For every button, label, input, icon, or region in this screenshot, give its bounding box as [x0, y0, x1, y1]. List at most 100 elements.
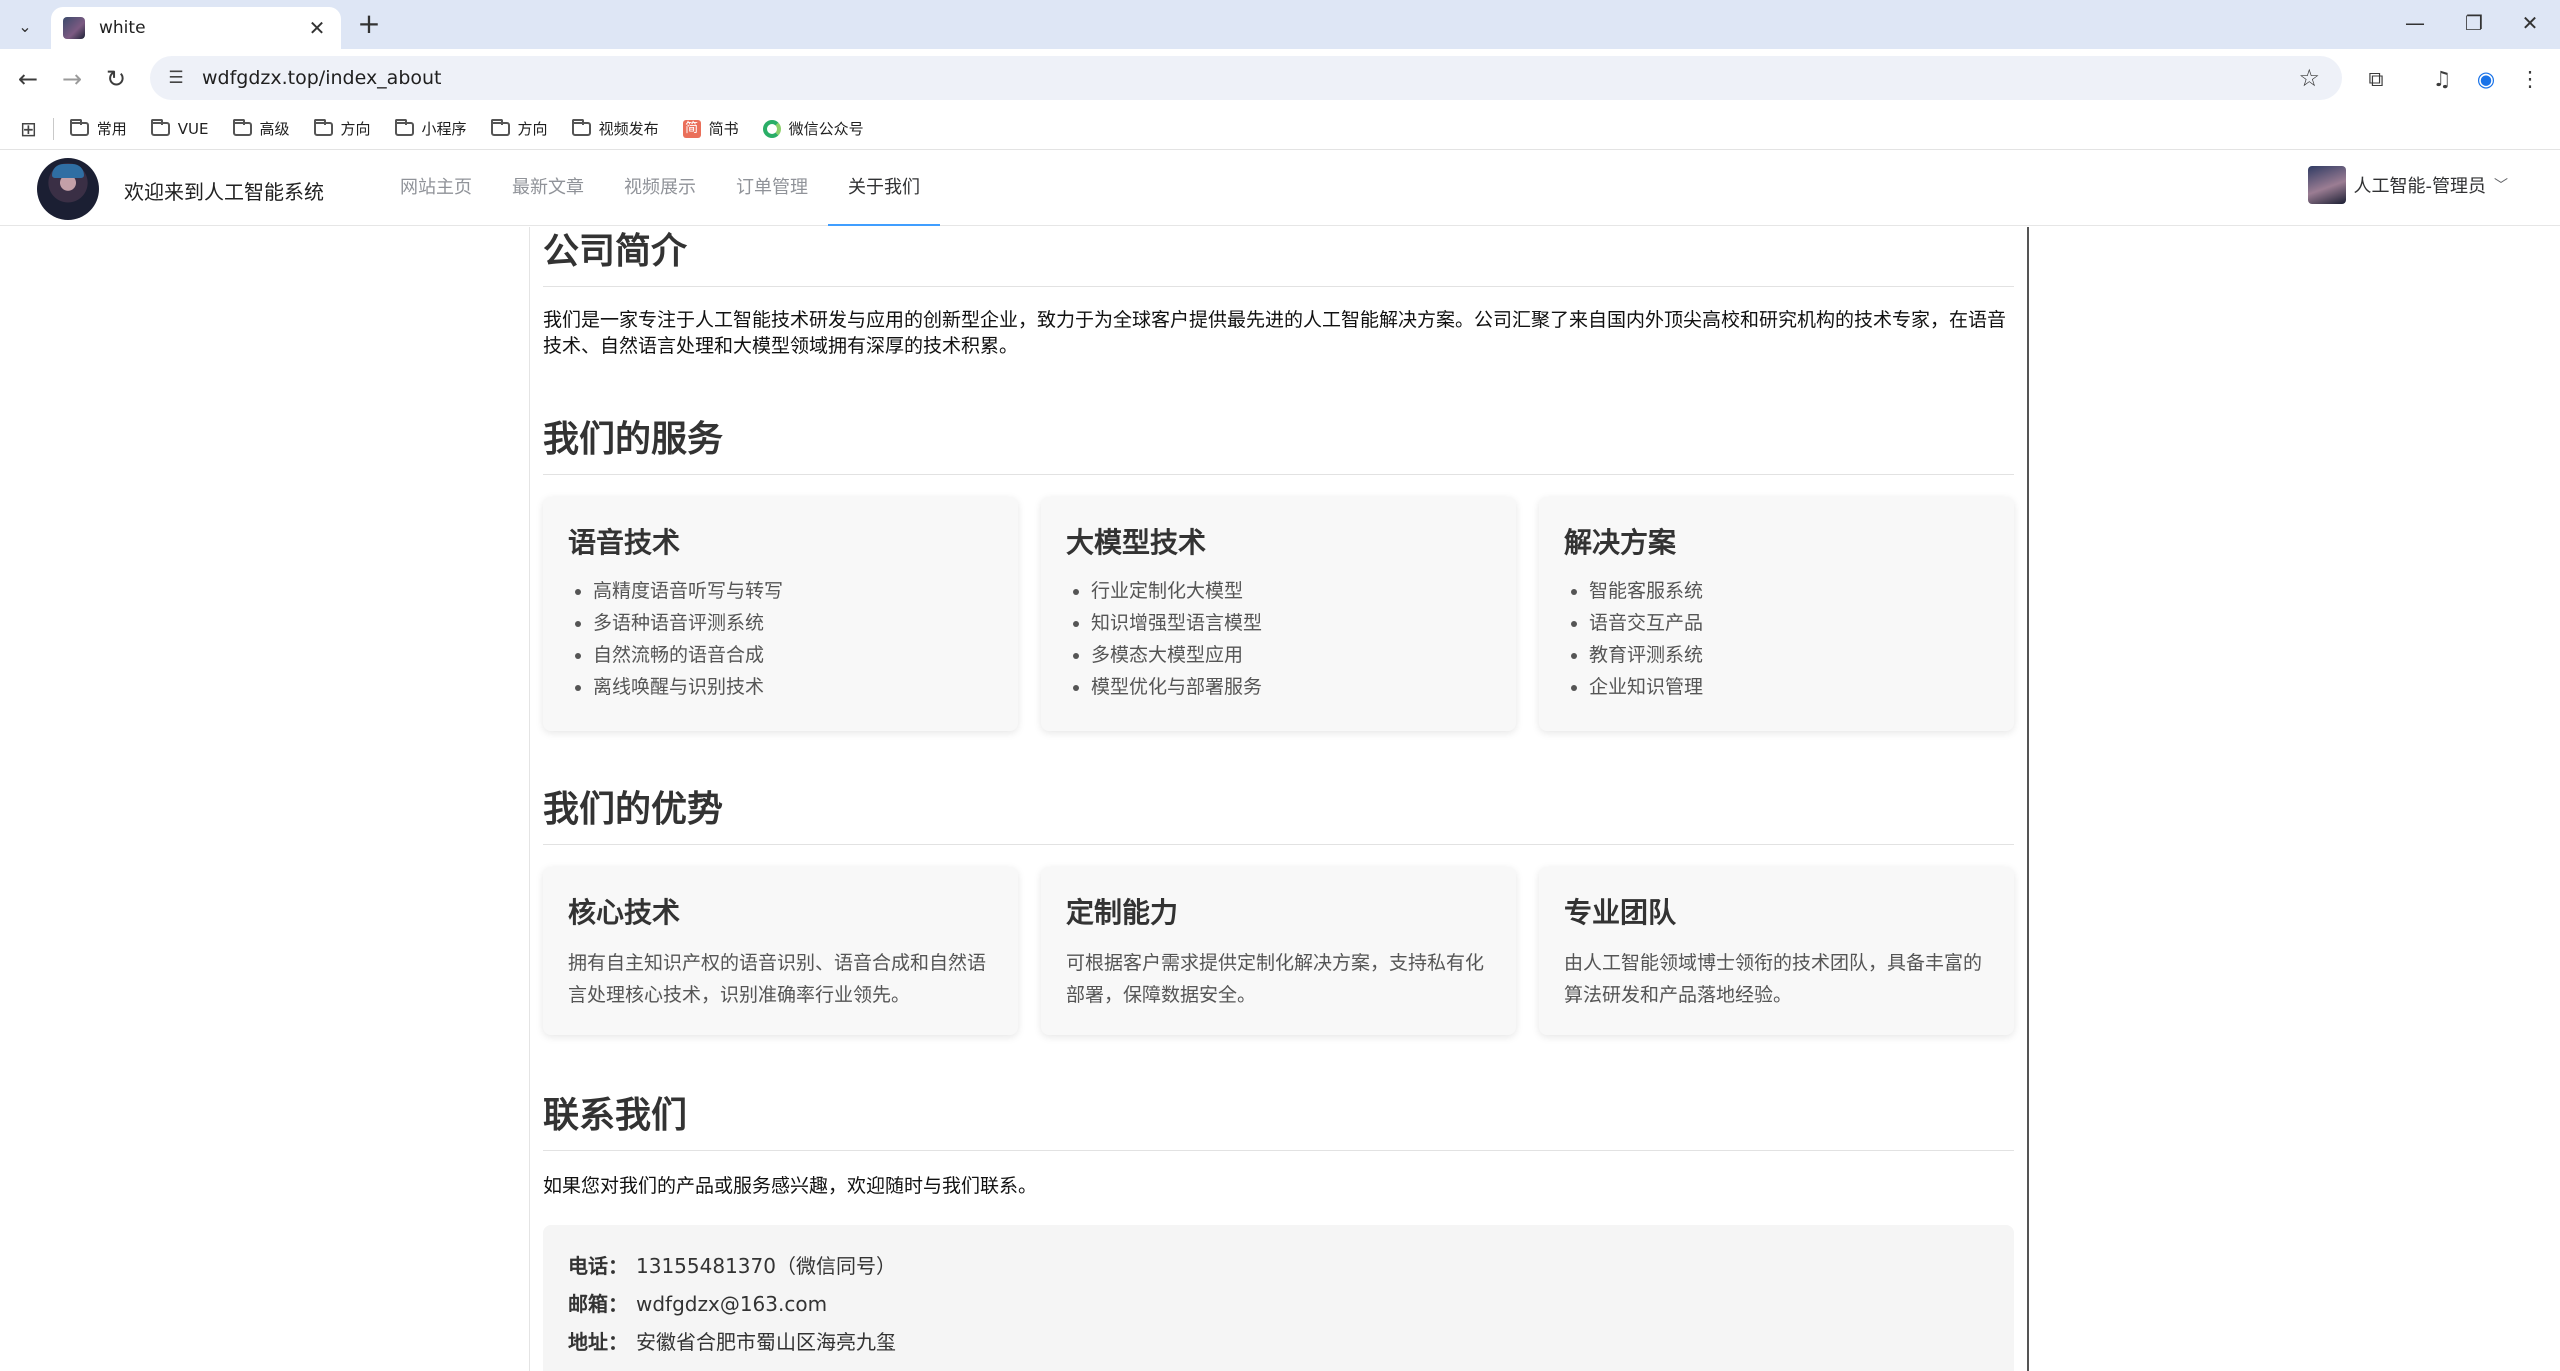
user-dropdown[interactable]: 人工智能-管理员 ﹀	[2307, 166, 2508, 204]
browser-toolbar: ← → ↻ ☰ wdfgdzx.top/index_about ☆ ⧉ ♫ ◉ …	[0, 49, 2560, 108]
address-bar[interactable]: ☰ wdfgdzx.top/index_about ☆	[150, 56, 2342, 100]
list-item: 教育评测系统	[1589, 639, 1989, 671]
list-item: 智能客服系统	[1589, 575, 1989, 607]
extensions-puzzle-icon[interactable]: ⧉	[2360, 63, 2392, 95]
contact-info-box: 电话： 13155481370（微信同号） 邮箱： wdfgdzx@163.com …	[543, 1225, 2014, 1371]
list-item: 知识增强型语言模型	[1091, 607, 1491, 639]
services-section-title: 我们的服务	[543, 410, 2014, 475]
advantages-section-title: 我们的优势	[543, 780, 2014, 845]
site-title: 欢迎来到人工智能系统	[124, 180, 324, 204]
nav-item-home[interactable]: 网站主页	[380, 150, 492, 226]
folder-icon	[232, 118, 252, 136]
restore-icon[interactable]: ❐	[2454, 8, 2494, 38]
folder-icon	[394, 118, 414, 136]
contact-email-row: 邮箱： wdfgdzx@163.com	[568, 1285, 1989, 1323]
email-label: 邮箱：	[568, 1292, 628, 1316]
back-arrow-icon[interactable]: ←	[12, 63, 44, 95]
list-item: 企业知识管理	[1589, 671, 1989, 703]
service-card: 语音技术 高精度语音听写与转写 多语种语音评测系统 自然流畅的语音合成 离线唤醒…	[543, 497, 1018, 731]
list-item: 多语种语音评测系统	[593, 607, 993, 639]
list-item: 自然流畅的语音合成	[593, 639, 993, 671]
service-card: 解决方案 智能客服系统 语音交互产品 教育评测系统 企业知识管理	[1539, 497, 2014, 731]
list-item: 高精度语音听写与转写	[593, 575, 993, 607]
tab-favicon-icon	[63, 17, 85, 39]
company-section-title: 公司简介	[543, 227, 2014, 287]
folder-icon	[571, 118, 591, 136]
nav-item-articles[interactable]: 最新文章	[492, 150, 604, 226]
bookmark-wechat[interactable]: 微信公众号	[762, 118, 864, 139]
contact-address-row: 地址： 安徽省合肥市蜀山区海亮九玺	[568, 1323, 1989, 1361]
about-page: 公司简介 我们是一家专注于人工智能技术研发与应用的创新型企业，致力于为全球客户提…	[529, 227, 2029, 1371]
bookmark-folder[interactable]: 常用	[69, 118, 127, 139]
address-label: 地址：	[568, 1330, 628, 1354]
jianshu-icon: 简	[682, 119, 701, 138]
phone-label: 电话：	[568, 1254, 628, 1278]
service-card-title: 语音技术	[568, 526, 681, 559]
bookmark-folder[interactable]: 小程序	[394, 118, 467, 139]
menu-kebab-icon[interactable]: ⋮	[2514, 63, 2546, 95]
reload-icon[interactable]: ↻	[100, 63, 132, 95]
close-window-icon[interactable]: ✕	[2510, 8, 2550, 38]
phone-value: 13155481370（微信同号）	[636, 1254, 896, 1278]
service-card: 大模型技术 行业定制化大模型 知识增强型语言模型 多模态大模型应用 模型优化与部…	[1041, 497, 1516, 731]
bookmark-folder[interactable]: 方向	[313, 118, 371, 139]
folder-icon	[69, 118, 89, 136]
service-card-title: 解决方案	[1564, 526, 1677, 559]
advantage-card: 核心技术 拥有自主知识产权的语音识别、语音合成和自然语言处理核心技术，识别准确率…	[543, 867, 1018, 1035]
nav-item-about[interactable]: 关于我们	[828, 150, 940, 226]
list-item: 模型优化与部署服务	[1091, 671, 1491, 703]
user-avatar	[2307, 166, 2346, 204]
list-item: 离线唤醒与识别技术	[593, 671, 993, 703]
main-nav: 网站主页 最新文章 视频展示 订单管理 关于我们	[380, 150, 940, 226]
folder-icon	[313, 118, 333, 136]
profile-icon[interactable]: ◉	[2470, 63, 2502, 95]
folder-icon	[490, 118, 510, 136]
bookmark-star-icon[interactable]: ☆	[2298, 64, 2320, 92]
bookmark-folder[interactable]: 高级	[232, 118, 290, 139]
advantage-card: 定制能力 可根据客户需求提供定制化解决方案，支持私有化部署，保障数据安全。	[1041, 867, 1516, 1035]
contact-intro: 如果您对我们的产品或服务感兴趣，欢迎随时与我们联系。	[543, 1175, 1038, 1197]
address-value: 安徽省合肥市蜀山区海亮九玺	[636, 1330, 896, 1354]
site-info-icon[interactable]: ☰	[164, 68, 188, 88]
advantages-cards: 核心技术 拥有自主知识产权的语音识别、语音合成和自然语言处理核心技术，识别准确率…	[543, 867, 2014, 1035]
nav-item-videos[interactable]: 视频展示	[604, 150, 716, 226]
nav-item-orders[interactable]: 订单管理	[716, 150, 828, 226]
advantage-card-desc: 可根据客户需求提供定制化解决方案，支持私有化部署，保障数据安全。	[1066, 952, 1485, 1006]
advantage-card-title: 核心技术	[568, 896, 681, 929]
list-item: 行业定制化大模型	[1091, 575, 1491, 607]
bookmark-folder[interactable]: 视频发布	[571, 118, 659, 139]
close-tab-icon[interactable]: ✕	[305, 16, 329, 40]
browser-tab[interactable]: white ✕	[51, 7, 341, 49]
advantage-card-title: 专业团队	[1564, 896, 1677, 929]
site-header: 欢迎来到人工智能系统 网站主页 最新文章 视频展示 订单管理 关于我们 人工智能…	[0, 150, 2560, 226]
advantage-card-title: 定制能力	[1066, 896, 1179, 929]
new-tab-plus-icon[interactable]: +	[353, 8, 385, 40]
services-cards: 语音技术 高精度语音听写与转写 多语种语音评测系统 自然流畅的语音合成 离线唤醒…	[543, 497, 2014, 731]
browser-tab-strip: ⌄ white ✕ + — ❐ ✕	[0, 0, 2560, 49]
advantage-card-desc: 拥有自主知识产权的语音识别、语音合成和自然语言处理核心技术，识别准确率行业领先。	[568, 952, 987, 1006]
media-controls-icon[interactable]: ♫	[2426, 63, 2458, 95]
contact-phone-row: 电话： 13155481370（微信同号）	[568, 1247, 1989, 1285]
company-intro: 我们是一家专注于人工智能技术研发与应用的创新型企业，致力于为全球客户提供最先进的…	[543, 309, 2007, 357]
contact-section-title: 联系我们	[543, 1086, 2014, 1151]
bookmark-jianshu[interactable]: 简简书	[682, 118, 739, 139]
advantage-card-desc: 由人工智能领域博士领衔的技术团队，具备丰富的算法研发和产品落地经验。	[1564, 952, 1983, 1006]
folder-icon	[150, 118, 170, 136]
wechat-icon	[762, 119, 781, 138]
bookmarks-divider	[52, 117, 54, 140]
forward-arrow-icon[interactable]: →	[56, 63, 88, 95]
minimize-icon[interactable]: —	[2395, 8, 2435, 38]
bookmark-folder[interactable]: VUE	[150, 118, 209, 138]
advantage-card: 专业团队 由人工智能领域博士领衔的技术团队，具备丰富的算法研发和产品落地经验。	[1539, 867, 2014, 1035]
chevron-down-icon: ﹀	[2494, 178, 2508, 194]
page-viewport[interactable]: 公司简介 我们是一家专注于人工智能技术研发与应用的创新型企业，致力于为全球客户提…	[0, 227, 2560, 1371]
user-name: 人工智能-管理员	[2353, 176, 2487, 197]
bookmarks-bar: ⊞ 常用 VUE 高级 方向 小程序 方向 视频发布 简简书 微信公众号	[0, 108, 2560, 150]
site-logo-avatar[interactable]	[37, 158, 99, 220]
apps-grid-icon[interactable]: ⊞	[20, 117, 37, 141]
url-text[interactable]: wdfgdzx.top/index_about	[202, 67, 442, 89]
tab-title: white	[99, 18, 146, 38]
tab-search-chevron-icon[interactable]: ⌄	[10, 11, 40, 41]
list-item: 语音交互产品	[1589, 607, 1989, 639]
bookmark-folder[interactable]: 方向	[490, 118, 548, 139]
